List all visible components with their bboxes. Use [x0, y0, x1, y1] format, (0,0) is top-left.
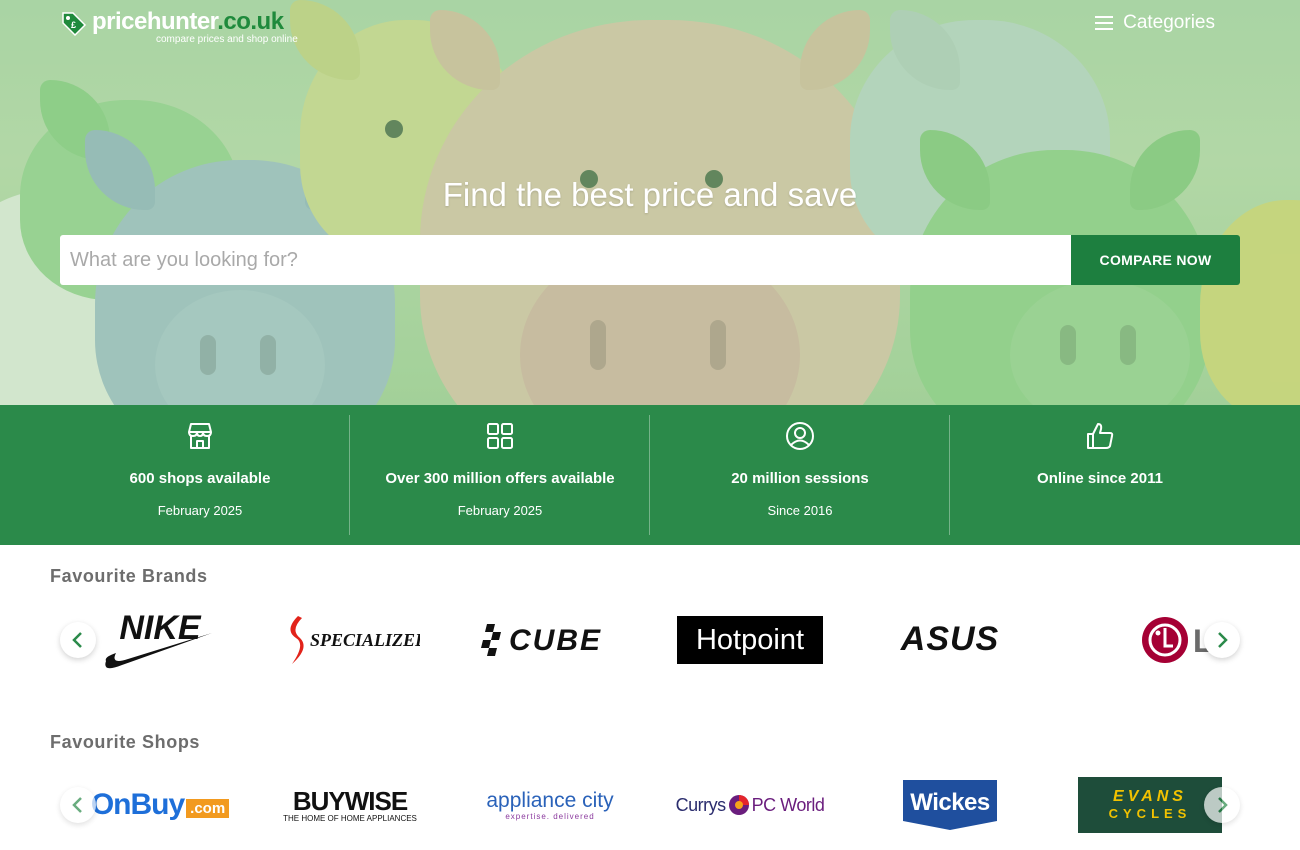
favourite-brands-title: Favourite Brands	[50, 566, 208, 586]
logo-tld: .co.uk	[217, 8, 284, 35]
shops-carousel: OnBuy .com BUYWISE THE HOME OF HOME APPL…	[60, 765, 1240, 845]
hotpoint-logo: Hotpoint	[677, 616, 823, 664]
brand-name: SPECIALIZED	[310, 630, 420, 650]
asus-logo: ASUS	[900, 620, 999, 658]
nike-logo: NIKE	[105, 609, 212, 669]
stat-online-since: Online since 2011	[950, 405, 1250, 545]
shop-name: OnBuy	[90, 788, 185, 821]
shop-name-second: PC World	[751, 794, 825, 815]
stat-subtitle: Since 2016	[767, 503, 833, 518]
price-tag-icon: £	[62, 12, 87, 36]
stat-offers: Over 300 million offers available Februa…	[350, 405, 650, 545]
shop-tagline: THE HOME OF HOME APPLIANCES	[283, 813, 417, 823]
grid-icon	[487, 423, 513, 449]
search-input[interactable]	[60, 235, 1071, 285]
brand-specialized[interactable]: SPECIALIZED	[250, 600, 450, 680]
stat-shops: 600 shops available February 2025	[50, 405, 350, 545]
brand-name: ASUS	[900, 620, 999, 658]
shop-icon	[188, 423, 212, 449]
user-icon	[786, 422, 814, 450]
chevron-left-icon	[72, 797, 82, 813]
stat-title: 600 shops available	[129, 470, 271, 487]
logo-wordmark: pricehunter.co.uk	[92, 8, 284, 36]
shop-currys-pc-world[interactable]: Currys PC World	[650, 765, 850, 845]
onbuy-logo: OnBuy .com	[90, 788, 230, 822]
shop-buywise[interactable]: BUYWISE THE HOME OF HOME APPLIANCES	[250, 765, 450, 845]
stats-band: 600 shops available February 2025 Over 3…	[0, 405, 1300, 545]
brands-next-arrow[interactable]	[1204, 622, 1240, 658]
brands-prev-arrow[interactable]	[60, 622, 96, 658]
stat-subtitle: February 2025	[157, 503, 243, 518]
stat-sessions: 20 million sessions Since 2016	[650, 405, 950, 545]
evans-cycles-logo: EVANS CYCLES	[1078, 777, 1222, 833]
stat-title: 20 million sessions	[731, 470, 869, 487]
shops-next-arrow[interactable]	[1204, 787, 1240, 823]
shops-prev-arrow[interactable]	[60, 787, 96, 823]
compare-now-button[interactable]: COMPARE NOW	[1071, 235, 1240, 285]
cube-logo: CUBE	[481, 624, 602, 657]
shop-tagline: expertise. delivered	[505, 811, 595, 821]
chevron-right-icon	[1218, 797, 1228, 813]
hero-banner: £ pricehunter.co.uk compare prices and s…	[0, 0, 1300, 405]
logo-tagline: compare prices and shop online	[156, 34, 298, 45]
shop-name: Currys	[675, 794, 727, 815]
shop-wickes[interactable]: Wickes	[850, 765, 1050, 845]
shop-tagline: CYCLES	[1108, 806, 1192, 821]
svg-text:£: £	[71, 20, 76, 30]
thumbs-up-icon	[1087, 423, 1114, 449]
shop-suffix: .com	[186, 799, 230, 818]
wickes-logo: Wickes	[903, 780, 997, 830]
brand-name: CUBE	[509, 624, 602, 657]
chevron-right-icon	[1218, 632, 1228, 648]
specialized-logo: SPECIALIZED	[290, 616, 420, 664]
lg-logo: LG	[1142, 617, 1215, 663]
site-logo[interactable]: £ pricehunter.co.uk compare prices and s…	[60, 8, 320, 48]
shop-name: Wickes	[910, 789, 990, 816]
brand-name: NIKE	[119, 609, 202, 647]
search-bar: COMPARE NOW	[60, 235, 1240, 285]
stat-subtitle: February 2025	[457, 503, 543, 518]
chevron-left-icon	[72, 632, 82, 648]
currys-globe-icon	[728, 795, 749, 815]
categories-menu-button[interactable]: Categories	[1095, 12, 1215, 34]
brand-name: Hotpoint	[695, 623, 804, 656]
brand-asus[interactable]: ASUS	[850, 600, 1050, 680]
brands-carousel: NIKE SPECIALIZED CUBE Hotpoint ASUS	[60, 600, 1240, 680]
stat-title: Online since 2011	[1037, 470, 1163, 487]
categories-label: Categories	[1123, 12, 1215, 33]
shop-name: appliance city	[486, 788, 614, 812]
favourite-shops-title: Favourite Shops	[50, 732, 201, 752]
brand-cube[interactable]: CUBE	[450, 600, 650, 680]
shop-name: EVANS	[1113, 788, 1187, 805]
hero-title: Find the best price and save	[442, 176, 858, 213]
shop-appliance-city[interactable]: appliance city expertise. delivered	[450, 765, 650, 845]
brand-hotpoint[interactable]: Hotpoint	[650, 600, 850, 680]
logo-name: pricehunter	[92, 8, 218, 35]
shop-name: BUYWISE	[292, 785, 408, 816]
stat-title: Over 300 million offers available	[385, 470, 615, 487]
hamburger-icon	[1095, 16, 1114, 30]
